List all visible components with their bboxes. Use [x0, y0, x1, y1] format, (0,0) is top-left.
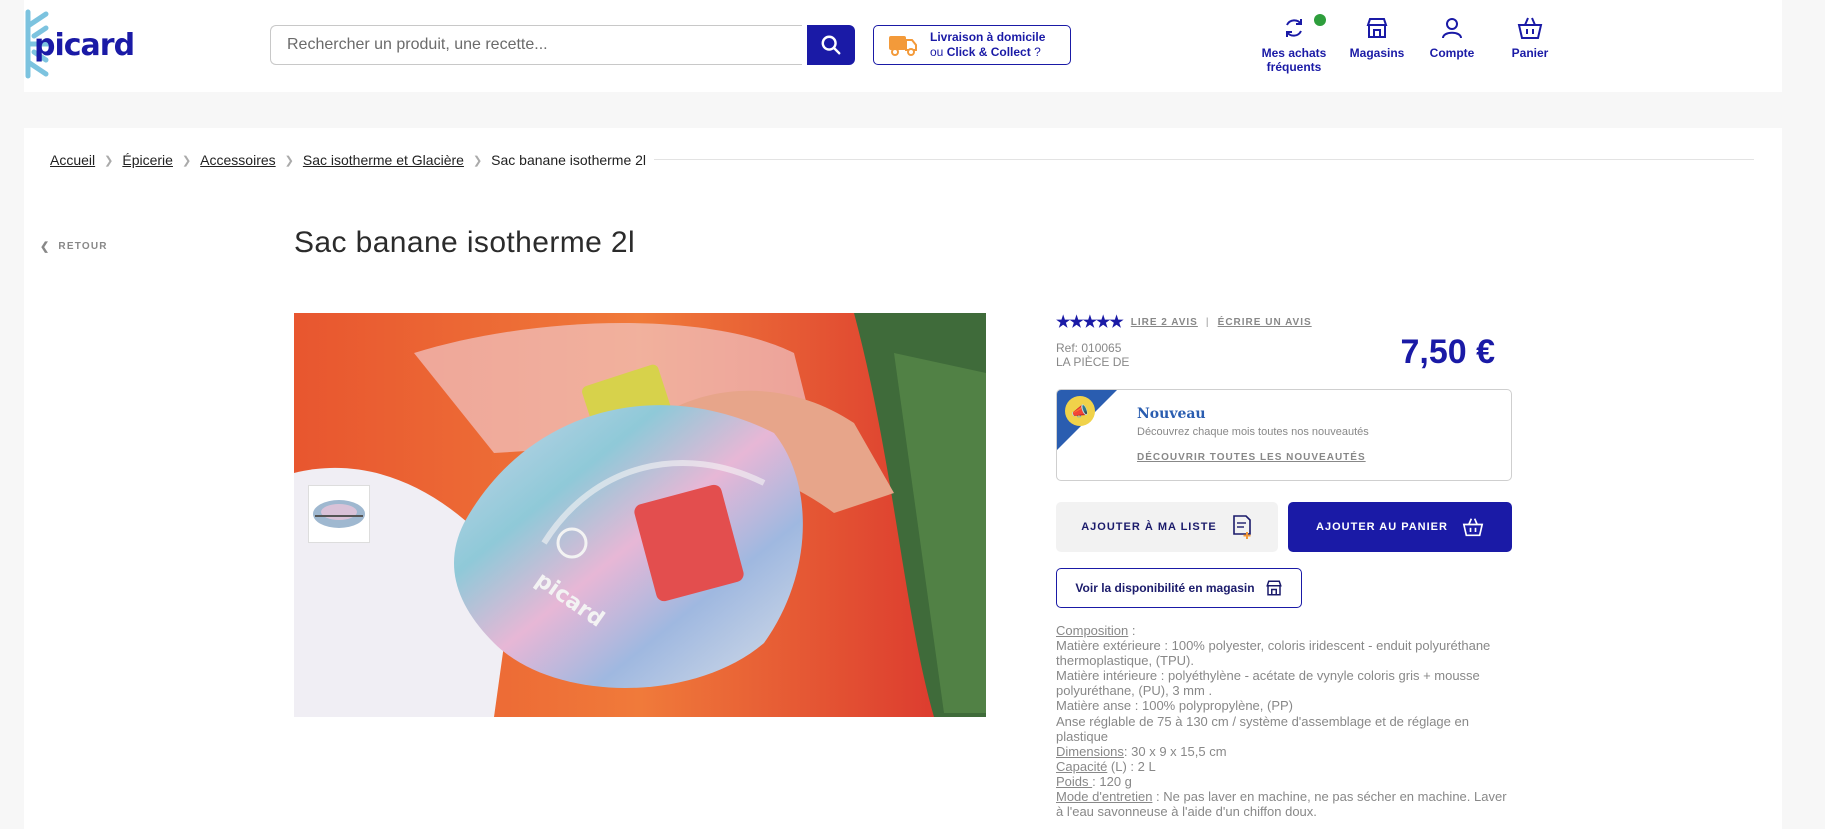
nav-label-stores: Magasins — [1349, 46, 1405, 60]
add-to-cart-label: AJOUTER AU PANIER — [1316, 521, 1448, 533]
composition-sep: : — [1128, 623, 1136, 638]
breadcrumb-current: Sac banane isotherme 2l — [491, 152, 647, 168]
banner-subtitle: Découvrez chaque mois toutes nos nouveau… — [1137, 426, 1369, 438]
add-to-list-label: AJOUTER À MA LISTE — [1081, 521, 1217, 533]
store-availability-button[interactable]: Voir la disponibilité en magasin — [1056, 568, 1302, 608]
rating-stars-icon: ★★★★★ — [1056, 314, 1124, 331]
weight-label: Poids — [1056, 773, 1093, 789]
search-icon — [821, 35, 841, 55]
delivery-home-label: Livraison à domicile — [930, 30, 1046, 44]
nav-label-cart: Panier — [1511, 46, 1549, 60]
delivery-or: ou — [930, 45, 944, 59]
composition-line: Matière extérieure : 100% polyester, col… — [1056, 638, 1491, 669]
site-header: picard Livraison à domicile ou Click & C… — [24, 0, 1782, 92]
write-review-link[interactable]: ÉCRIRE UN AVIS — [1218, 317, 1312, 328]
nav-label-frequent: Mes achats fréquents — [1261, 46, 1327, 74]
rating-row: ★★★★★ LIRE 2 AVIS | ÉCRIRE UN AVIS — [1056, 312, 1312, 332]
breadcrumb-home[interactable]: Accueil — [50, 152, 95, 168]
search-button[interactable] — [807, 25, 855, 65]
nav-stores[interactable]: Magasins — [1342, 16, 1412, 60]
discover-new-link[interactable]: DÉCOUVRIR TOUTES LES NOUVEAUTÉS — [1137, 452, 1366, 463]
megaphone-icon: 📣 — [1065, 396, 1095, 426]
care-label: Mode d'entretien — [1056, 789, 1153, 805]
rating-separator: | — [1205, 316, 1210, 328]
capacity-value: (L) : 2 L — [1107, 758, 1156, 774]
composition-line: Matière anse : 100% polypropylène, (PP) — [1056, 698, 1294, 714]
back-label: RETOUR — [58, 241, 108, 252]
delivery-text: Livraison à domicile ou Click & Collect … — [930, 30, 1045, 60]
breadcrumb: Accueil ❯ Épicerie ❯ Accessoires ❯ Sac i… — [50, 152, 646, 168]
basket-icon — [1517, 17, 1543, 39]
weight-value: : 120 g — [1092, 773, 1132, 789]
product-thumbnail[interactable] — [308, 485, 370, 543]
search-input[interactable] — [270, 25, 802, 65]
basket-icon — [1462, 518, 1484, 537]
notification-dot — [1314, 14, 1326, 26]
nav-label-account: Compte — [1429, 46, 1475, 60]
nav-frequent-purchases[interactable]: Mes achats fréquents — [1246, 14, 1342, 74]
chevron-right-icon: ❯ — [104, 154, 114, 167]
read-reviews-link[interactable]: LIRE 2 AVIS — [1131, 317, 1198, 328]
store-availability-label: Voir la disponibilité en magasin — [1075, 581, 1255, 595]
product-image[interactable]: picard — [294, 313, 986, 717]
delivery-clickcollect-label: Click & Collect — [946, 45, 1031, 59]
composition-label: Composition — [1056, 623, 1129, 638]
list-add-icon — [1232, 515, 1251, 539]
product-photo: picard — [294, 313, 986, 717]
banner-title: Nouveau — [1137, 406, 1206, 422]
composition-line: Matière intérieure : polyéthylène - acét… — [1056, 668, 1480, 699]
store-icon — [1366, 18, 1388, 38]
chevron-right-icon: ❯ — [472, 154, 483, 167]
product-reference: Ref: 010065 LA PIÈCE DE — [1056, 341, 1129, 369]
product-description: Composition : Matière extérieure : 100% … — [1056, 623, 1516, 819]
dimensions-value: : 30 x 9 x 15,5 cm — [1123, 743, 1227, 759]
delivery-mode-button[interactable]: Livraison à domicile ou Click & Collect … — [873, 25, 1071, 65]
new-products-banner: 📣 Nouveau Découvrez chaque mois toutes n… — [1056, 389, 1512, 481]
composition-line: Anse réglable de 75 à 130 cm / système d… — [1056, 713, 1469, 744]
nav-account[interactable]: Compte — [1422, 16, 1482, 60]
nav-cart[interactable]: Panier — [1502, 16, 1558, 60]
picard-logo[interactable]: picard — [24, 6, 144, 82]
logo-wordmark: picard — [34, 28, 135, 63]
chevron-left-icon: ❮ — [40, 241, 51, 253]
chevron-right-icon: ❯ — [284, 154, 294, 167]
add-to-list-button[interactable]: AJOUTER À MA LISTE — [1056, 502, 1278, 552]
delivery-question: ? — [1034, 45, 1041, 59]
capacity-label: Capacité — [1056, 758, 1108, 774]
delivery-truck-icon — [889, 36, 917, 56]
thumbnail-image — [313, 500, 365, 528]
unit-label: LA PIÈCE DE — [1056, 355, 1130, 369]
dimensions-label: Dimensions — [1056, 743, 1124, 759]
breadcrumb-grocery[interactable]: Épicerie — [122, 152, 173, 168]
breadcrumb-accessories[interactable]: Accessoires — [200, 152, 275, 168]
store-icon — [1265, 580, 1282, 596]
ref-number: Ref: 010065 — [1056, 341, 1122, 355]
refresh-icon — [1286, 19, 1302, 37]
product-price: 7,50 € — [1400, 333, 1495, 371]
breadcrumb-divider — [654, 159, 1754, 160]
back-link[interactable]: ❮ RETOUR — [40, 240, 108, 253]
user-icon — [1442, 18, 1462, 39]
add-to-cart-button[interactable]: AJOUTER AU PANIER — [1288, 502, 1512, 552]
breadcrumb-cooler-bags[interactable]: Sac isotherme et Glacière — [303, 152, 464, 168]
product-title: Sac banane isotherme 2l — [294, 226, 636, 259]
chevron-right-icon: ❯ — [181, 154, 192, 167]
